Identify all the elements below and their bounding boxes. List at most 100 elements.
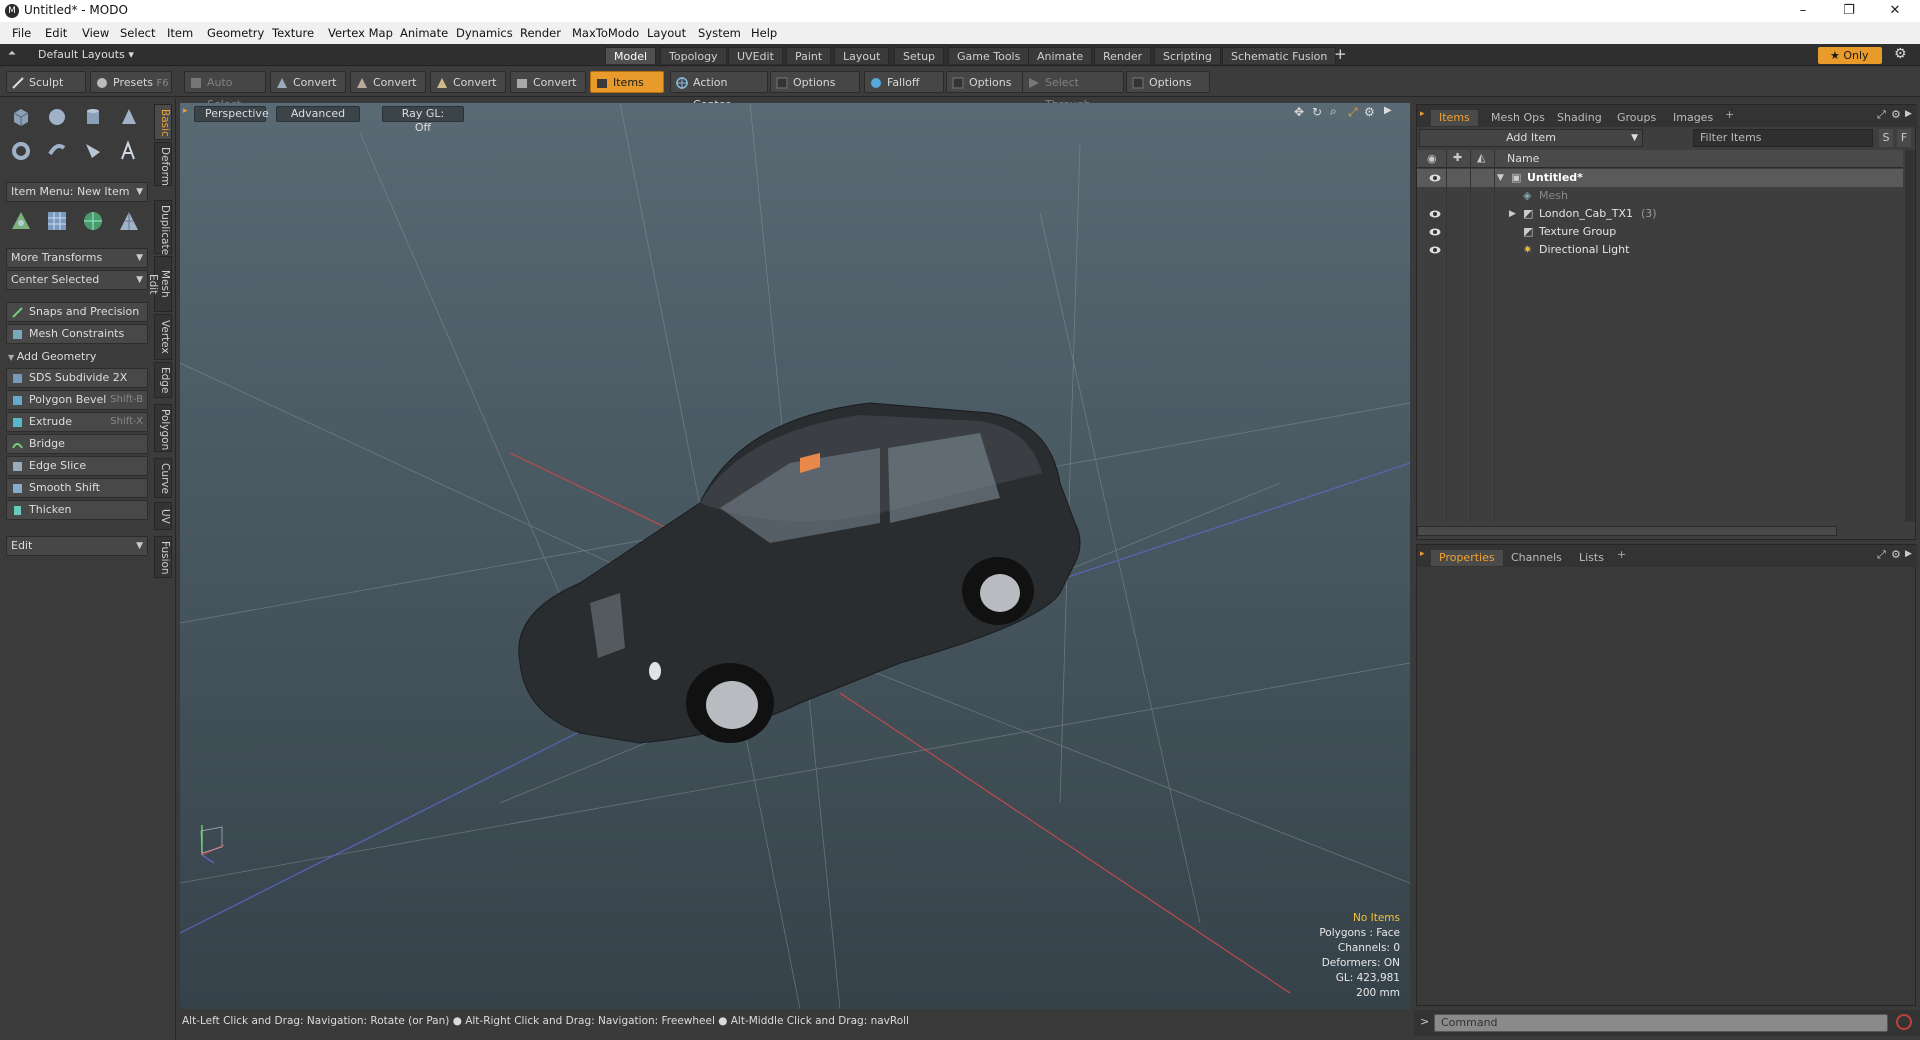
menu-render[interactable]: Render (520, 26, 561, 40)
menu-edit[interactable]: Edit (45, 26, 67, 40)
3d-viewport[interactable]: ▸ Perspective Advanced Ray GL: Off ✥ ↻ ⌕… (180, 103, 1410, 1009)
scatter-icon[interactable] (6, 206, 36, 236)
bridge-button[interactable]: Bridge (6, 434, 148, 454)
menu-select[interactable]: Select (120, 26, 155, 40)
extrude-button[interactable]: Extrude Shift-X (6, 412, 148, 432)
falloff-options-button[interactable]: Options (946, 71, 1026, 93)
default-layouts-dropdown[interactable]: Default Layouts ▾ (38, 48, 134, 61)
cylinder-primitive-icon[interactable] (78, 102, 108, 132)
edge-slice-button[interactable]: Edge Slice (6, 456, 148, 476)
sidetab-deform[interactable]: Deform (154, 142, 172, 186)
smooth-shift-button[interactable]: Smooth Shift (6, 478, 148, 498)
cone-primitive-icon[interactable] (114, 102, 144, 132)
sphere-primitive-icon[interactable] (42, 102, 72, 132)
zoom-icon[interactable]: ⌕ (1330, 104, 1337, 119)
sidetab-duplicate[interactable]: Duplicate (154, 200, 172, 255)
action-center-options-button[interactable]: Options (770, 71, 860, 93)
convert-button-2[interactable]: Convert (350, 71, 426, 93)
tab-paint[interactable]: Paint (786, 47, 832, 64)
tab-game-tools[interactable]: Game Tools (948, 47, 1030, 64)
viewport-menu-icon[interactable]: ▸ (183, 106, 188, 116)
horizontal-scrollbar[interactable] (1417, 526, 1837, 536)
viewport-expand-icon[interactable]: ▶ (1384, 105, 1392, 116)
tab-items[interactable]: Items (1431, 110, 1478, 126)
sidetab-basic[interactable]: Basic (154, 104, 172, 140)
name-column-header[interactable]: Name (1507, 152, 1539, 165)
tab-mesh-ops[interactable]: Mesh Ops (1483, 110, 1553, 126)
presets-button[interactable]: Presets F6 (90, 71, 172, 93)
sidetab-polygon[interactable]: Polygon (154, 404, 172, 452)
record-macro-icon[interactable] (1896, 1014, 1912, 1030)
sidetab-fusion[interactable]: Fusion (154, 536, 172, 578)
gear-icon[interactable]: ⚙ (1894, 46, 1907, 62)
add-geometry-header[interactable]: ▼ Add Geometry (8, 350, 96, 363)
select-through-options-button[interactable]: Options (1126, 71, 1210, 93)
torus-primitive-icon[interactable] (6, 136, 36, 166)
capsule-primitive-icon[interactable] (42, 136, 72, 166)
menu-file[interactable]: File (12, 26, 31, 40)
raygl-toggle[interactable]: Ray GL: Off (382, 106, 464, 134)
panel-settings-icon[interactable]: ⚙ (1891, 108, 1901, 121)
layout-toggle-icon[interactable]: ⏶ (8, 48, 16, 59)
viewport-settings-icon[interactable]: ⚙ (1364, 105, 1375, 119)
filter-s-button[interactable]: S (1879, 129, 1893, 147)
london-cab-model[interactable] (518, 402, 1081, 744)
add-item-dropdown[interactable]: Add Item ▼ (1419, 129, 1643, 147)
convert-button-3[interactable]: Convert (430, 71, 506, 93)
tab-topology[interactable]: Topology (660, 47, 727, 64)
sidetab-edge[interactable]: Edge (154, 362, 172, 398)
maximize-viewport-icon[interactable]: ⤢ (1348, 105, 1358, 120)
pan-icon[interactable]: ✥ (1294, 105, 1304, 119)
menu-layout[interactable]: Layout (647, 26, 686, 40)
thicken-button[interactable]: Thicken (6, 500, 148, 520)
select-through-button[interactable]: Select Through (1022, 71, 1124, 111)
panel-menu-icon[interactable]: ▸ (1420, 549, 1425, 559)
item-menu-dropdown[interactable]: Item Menu: New Item ▼ (6, 182, 148, 202)
menu-texture[interactable]: Texture (272, 26, 314, 40)
panel-arrow-icon[interactable]: ▶ (1905, 549, 1912, 559)
falloff-button[interactable]: Falloff (864, 71, 944, 93)
tab-uvedit[interactable]: UVEdit (728, 47, 783, 64)
auto-select-button[interactable]: Auto Select (184, 71, 266, 111)
panel-menu-icon[interactable]: ▸ (1420, 109, 1425, 119)
sculpt-button[interactable]: Sculpt (6, 71, 86, 93)
menu-view[interactable]: View (82, 26, 109, 40)
convert-button-1[interactable]: Convert (270, 71, 346, 93)
menu-dynamics[interactable]: Dynamics (456, 26, 513, 40)
vertical-scrollbar[interactable] (1905, 150, 1915, 522)
sds-subdivide-button[interactable]: SDS Subdivide 2X (6, 368, 148, 388)
minimize-button[interactable]: – (1780, 1, 1826, 21)
add-tab-button[interactable]: + (1725, 108, 1734, 121)
menu-maxtomodo[interactable]: MaxToModo (572, 26, 639, 40)
menu-item[interactable]: Item (167, 26, 193, 40)
panel-arrow-icon[interactable]: ▶ (1905, 109, 1912, 119)
filter-f-button[interactable]: F (1897, 129, 1911, 147)
add-tab-button[interactable]: + (1334, 45, 1347, 63)
tab-model[interactable]: Model (605, 47, 657, 64)
more-transforms-dropdown[interactable]: More Transforms ▼ (6, 248, 148, 268)
action-center-button[interactable]: Action Center (670, 71, 768, 111)
tab-channels[interactable]: Channels (1503, 550, 1570, 566)
polygon-bevel-button[interactable]: Polygon Bevel Shift-B (6, 390, 148, 410)
tab-scripting[interactable]: Scripting (1154, 47, 1221, 64)
tab-setup[interactable]: Setup (894, 47, 945, 64)
menu-help[interactable]: Help (751, 26, 777, 40)
maximize-button[interactable]: ❐ (1826, 1, 1872, 21)
sidetab-curve[interactable]: Curve (154, 458, 172, 498)
tab-render[interactable]: Render (1094, 47, 1152, 64)
expand-panel-icon[interactable]: ⤢ (1877, 548, 1886, 562)
close-button[interactable]: ✕ (1872, 1, 1918, 21)
panel-settings-icon[interactable]: ⚙ (1891, 548, 1901, 561)
expand-arrow-icon[interactable]: ▶ (1509, 205, 1516, 223)
tab-layout[interactable]: Layout (834, 47, 890, 64)
command-input[interactable]: Command (1434, 1014, 1888, 1032)
center-selected-dropdown[interactable]: Center Selected ▼ (6, 270, 148, 290)
tab-groups[interactable]: Groups (1609, 110, 1664, 126)
tab-images[interactable]: Images (1665, 110, 1721, 126)
convert-button-4[interactable]: Convert (510, 71, 586, 93)
snaps-precision-button[interactable]: Snaps and Precision (6, 302, 148, 322)
sidetab-mesh-edit[interactable]: Mesh Edit (147, 256, 172, 312)
globe-icon[interactable] (78, 206, 108, 236)
grid-plane-icon[interactable] (42, 206, 72, 236)
sidetab-uv[interactable]: UV (154, 502, 172, 530)
